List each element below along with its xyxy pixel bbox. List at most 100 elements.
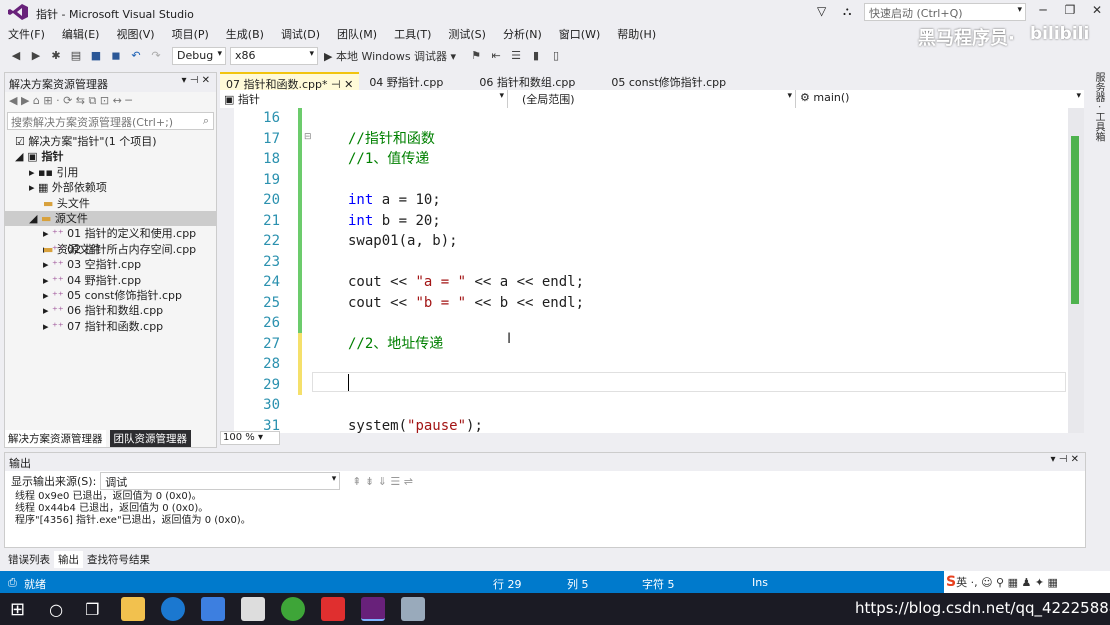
task-view-icon[interactable]: ❐ [85, 600, 99, 619]
tab-07-pointer-function[interactable]: 07 指针和函数.cpp* ⊣ ✕ [220, 72, 360, 91]
output-pin-close-icon[interactable]: ▾ ⊣ ✕ [1051, 454, 1079, 465]
menu-item-9[interactable]: 分析(N) [503, 26, 542, 42]
tree-node-sources[interactable]: ◢ ▬ 源文件 [5, 210, 216, 227]
tree-node-external[interactable]: ▸ ▦ 外部依赖项 [5, 180, 216, 195]
filter-icon[interactable]: ▽ [817, 4, 826, 18]
status-ready: 就绪 [24, 578, 46, 591]
solution-node[interactable]: ☑ 解决方案"指针"(1 个项目) [5, 134, 216, 149]
tree-file-5[interactable]: ▸ ⁺⁺ 06 指针和数组.cpp [5, 303, 216, 318]
save-all-icon[interactable]: ◼ [108, 48, 124, 64]
menu-item-6[interactable]: 团队(M) [337, 26, 377, 42]
menu-item-2[interactable]: 视图(V) [116, 26, 154, 42]
tab-05-const-pointer[interactable]: 05 const修饰指针.cpp [605, 72, 732, 90]
code-line: system("pause"); [348, 417, 483, 434]
menu-item-3[interactable]: 项目(P) [172, 26, 209, 42]
tab-error-list[interactable]: 错误列表 [4, 551, 54, 568]
quick-launch-input[interactable]: 快速启动 (Ctrl+Q) [864, 3, 1026, 21]
paint-icon[interactable] [401, 597, 426, 621]
line-number: 27 [263, 335, 280, 352]
line-number: 23 [263, 253, 280, 270]
panel-pin-close-icon[interactable]: ▾ ⊣ ✕ [182, 75, 210, 86]
tab-output[interactable]: 输出 [54, 551, 83, 568]
editor-vertical-scrollbar[interactable] [1068, 108, 1084, 433]
unsaved-lines-marker [298, 333, 302, 395]
menu-item-4[interactable]: 生成(B) [226, 26, 264, 42]
status-col: 列 5 [567, 578, 589, 591]
windows-start-icon[interactable]: ⊞ [10, 599, 25, 620]
output-source-select[interactable]: 调试 [100, 472, 341, 490]
menu-bar: 文件(F) 编辑(E) 视图(V) 项目(P) 生成(B) 调试(D) 团队(M) 工具(T)… [0, 24, 1110, 44]
tree-file-6[interactable]: ▸ ⁺⁺ 07 指针和函数.cpp [5, 319, 216, 334]
menu-item-5[interactable]: 调试(D) [281, 26, 320, 42]
line-number: 26 [263, 315, 280, 331]
menu-item-1[interactable]: 编辑(E) [62, 26, 100, 42]
file-explorer-icon[interactable] [121, 597, 146, 621]
collapse-icon[interactable]: ⊟ [304, 132, 312, 142]
menu-item-10[interactable]: 窗口(W) [559, 26, 600, 42]
save-icon[interactable]: ■ [88, 48, 104, 64]
step-icon[interactable]: ⇤ [488, 48, 504, 64]
menu-item-11[interactable]: 帮助(H) [617, 26, 656, 42]
side-tab-server-explorer[interactable]: 服务器 · 工具箱 [1092, 72, 1106, 192]
menu-item-0[interactable]: 文件(F) [8, 26, 45, 42]
bookmark-next-icon[interactable]: ▯ [548, 48, 564, 64]
attach-icon[interactable]: ⚑ [468, 48, 484, 64]
visual-studio-taskbar-icon[interactable] [361, 597, 386, 621]
menu-item-7[interactable]: 工具(T) [394, 26, 431, 42]
code-editor[interactable]: 16 17 18 19 20 21 22 23 24 25 26 27 28 29 30 31 ⊟ //指针和… [220, 108, 1084, 445]
member-select[interactable]: ⚙ main() [796, 89, 1084, 108]
tab-solution-explorer[interactable]: 解决方案资源管理器 [5, 430, 106, 447]
output-toolbar: 显示输出来源(S): 调试 ⇞ ⇟ ⇓ ☰ ⇌ [5, 471, 1085, 491]
open-file-icon[interactable]: ▤ [68, 48, 84, 64]
undo-icon[interactable]: ↶ [128, 48, 144, 64]
status-char: 字符 5 [642, 578, 675, 591]
app-icon-blue[interactable] [201, 597, 226, 621]
typora-icon[interactable] [241, 597, 266, 621]
configuration-select[interactable]: Debug [172, 47, 226, 65]
comment-icon[interactable]: ☰ [508, 48, 524, 64]
edge-browser-icon[interactable] [161, 597, 186, 621]
forward-icon[interactable]: ▶ [28, 48, 44, 64]
tab-04-wild-pointer[interactable]: 04 野指针.cpp [363, 72, 449, 90]
menu-item-8[interactable]: 测试(S) [448, 26, 486, 42]
output-line: 线程 0x9e0 已退出，返回值为 0 (0x0)。 [15, 491, 202, 502]
tree-file-4[interactable]: ▸ ⁺⁺ 05 const修饰指针.cpp [5, 288, 216, 303]
minimize-button[interactable]: ─ [1030, 3, 1056, 21]
tree-node-headers[interactable]: ▬ 头文件 [5, 196, 216, 211]
scroll-map [1071, 136, 1079, 304]
close-button[interactable]: ✕ [1084, 3, 1110, 21]
output-line: 程序"[4356] 指针.exe"已退出，返回值为 0 (0x0)。 [15, 515, 251, 526]
tree-file-2[interactable]: ▸ ⁺⁺ 03 空指针.cpp [5, 257, 216, 272]
se-search-input[interactable]: 搜索解决方案资源管理器(Ctrl+;) ⌕ [7, 112, 214, 130]
tree-node-refs[interactable]: ▸ ▪▪ 引用 [5, 165, 216, 180]
tab-06-pointer-array[interactable]: 06 指针和数组.cpp [473, 72, 581, 90]
mouse-ibeam-icon: I [507, 331, 512, 347]
tree-file-0[interactable]: ▸ ⁺⁺ 01 指针的定义和使用.cpp [5, 226, 216, 241]
feedback-icon[interactable]: ⛬ [843, 4, 851, 19]
back-icon[interactable]: ◀ [8, 48, 24, 64]
tree-file-3[interactable]: ▸ ⁺⁺ 04 野指针.cpp [5, 273, 216, 288]
line-number: 28 [263, 356, 280, 372]
redo-icon[interactable]: ↷ [148, 48, 164, 64]
xmind-icon[interactable] [321, 597, 346, 621]
output-text: 线程 0x9e0 已退出，返回值为 0 (0x0)。 线程 0x44b4 已退出，… [5, 491, 1085, 527]
bookmark-icon[interactable]: ▮ [528, 48, 544, 64]
ime-toolbar[interactable]: S 英 ·, ☺ ⚲ ▦ ♟ ✦ ▦ [944, 571, 1110, 593]
search-circle-icon[interactable]: ○ [49, 600, 63, 619]
status-mode: Ins [752, 576, 768, 589]
output-panel: 输出 ▾ ⊣ ✕ 显示输出来源(S): 调试 ⇞ ⇟ ⇓ ☰ ⇌ 线程 0x9e… [4, 452, 1086, 548]
project-select[interactable]: ▣ 指针 [220, 89, 508, 108]
zoom-select[interactable]: 100 % ▾ [220, 431, 280, 445]
green-app-icon[interactable] [281, 597, 306, 621]
tab-find-symbol[interactable]: 查找符号结果 [83, 551, 154, 568]
code-lines: //指针和函数 //1、值传递 int a = 10; int b = 20; swap… [348, 108, 584, 436]
platform-select[interactable]: x86 [230, 47, 318, 65]
start-debug-button[interactable]: ▶ 本地 Windows 调试器 ▾ [324, 48, 456, 64]
output-tools-icon[interactable]: ⇞ ⇟ ⇓ ☰ ⇌ [352, 475, 413, 488]
new-project-icon[interactable]: ✱ [48, 48, 64, 64]
tab-team-explorer[interactable]: 团队资源管理器 [109, 430, 191, 447]
scope-select[interactable]: (全局范围) [508, 89, 796, 108]
project-node[interactable]: ◢ ▣ 指针 [5, 149, 216, 164]
restore-button[interactable]: ❐ [1057, 3, 1083, 21]
